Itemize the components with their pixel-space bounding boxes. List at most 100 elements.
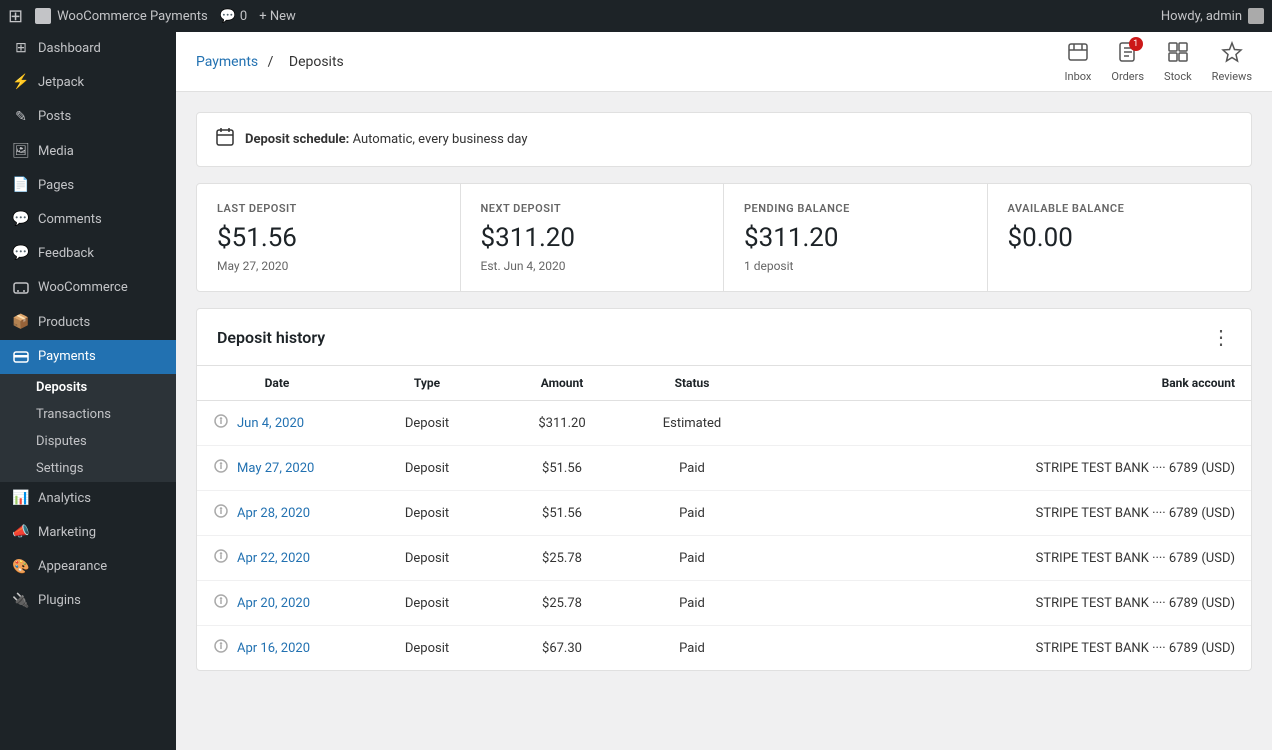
info-icon[interactable]: [213, 413, 229, 433]
calendar-icon: [215, 127, 235, 152]
submenu-deposits[interactable]: Deposits: [0, 374, 176, 401]
reviews-action[interactable]: Reviews: [1212, 41, 1252, 83]
feedback-icon: 💬: [12, 245, 30, 263]
more-options-button[interactable]: ⋮: [1211, 325, 1231, 349]
payments-icon: [12, 348, 30, 366]
date-link[interactable]: Jun 4, 2020: [237, 416, 304, 431]
cell-amount: $25.78: [497, 581, 627, 626]
stock-icon: [1167, 41, 1189, 68]
info-icon[interactable]: [213, 458, 229, 478]
col-bank-account: Bank account: [757, 366, 1251, 401]
info-icon[interactable]: [213, 548, 229, 568]
stat-label: NEXT DEPOSIT: [481, 202, 704, 215]
sidebar-item-feedback[interactable]: 💬 Feedback: [0, 237, 176, 271]
new-label: + New: [259, 9, 296, 24]
cell-amount: $311.20: [497, 401, 627, 446]
cell-type: Deposit: [357, 626, 497, 671]
cell-bank-account: STRIPE TEST BANK ···· 6789 (USD): [757, 536, 1251, 581]
sidebar-item-comments[interactable]: 💬 Comments: [0, 203, 176, 237]
cell-status: Paid: [627, 536, 757, 581]
sidebar-item-label: WooCommerce: [38, 279, 128, 297]
deposit-schedule-label: Deposit schedule:: [245, 132, 349, 147]
sidebar-item-analytics[interactable]: 📊 Analytics: [0, 482, 176, 516]
table-row: Jun 4, 2020 Deposit $311.20 Estimated: [197, 401, 1251, 446]
cell-status: Paid: [627, 581, 757, 626]
col-date: Date: [197, 366, 357, 401]
stock-label: Stock: [1164, 70, 1192, 83]
new-button[interactable]: + New: [259, 9, 296, 24]
sidebar-item-pages[interactable]: 📄 Pages: [0, 169, 176, 203]
sidebar-item-woocommerce[interactable]: WooCommerce: [0, 271, 176, 305]
admin-bar: ⊞ WooCommerce Payments 💬 0 + New Howdy, …: [0, 0, 1272, 32]
sidebar-item-marketing[interactable]: 📣 Marketing: [0, 516, 176, 550]
table-row: Apr 20, 2020 Deposit $25.78 Paid STRIPE …: [197, 581, 1251, 626]
pages-icon: 📄: [12, 177, 30, 195]
settings-label: Settings: [36, 461, 83, 476]
sidebar-item-media[interactable]: 🖼 Media: [0, 135, 176, 169]
sidebar-item-jetpack[interactable]: ⚡ Jetpack: [0, 66, 176, 100]
deposit-schedule-value: Automatic, every business day: [353, 132, 528, 147]
date-link[interactable]: Apr 28, 2020: [237, 506, 310, 521]
cell-amount: $51.56: [497, 446, 627, 491]
site-name[interactable]: WooCommerce Payments: [35, 8, 208, 24]
cell-type: Deposit: [357, 536, 497, 581]
sidebar-item-label: Jetpack: [38, 74, 84, 92]
stock-action[interactable]: Stock: [1164, 41, 1192, 83]
table-header-row: Date Type Amount Status Bank account: [197, 366, 1251, 401]
stat-pending-balance: PENDING BALANCE $311.20 1 deposit: [724, 184, 988, 291]
date-link[interactable]: May 27, 2020: [237, 461, 314, 476]
sidebar-item-products[interactable]: 📦 Products: [0, 306, 176, 340]
site-icon: [35, 8, 51, 24]
sidebar-item-payments[interactable]: Payments: [0, 340, 176, 374]
plugins-icon: 🔌: [12, 593, 30, 611]
admin-user[interactable]: Howdy, admin: [1161, 8, 1264, 24]
col-type: Type: [357, 366, 497, 401]
table-row: Apr 28, 2020 Deposit $51.56 Paid STRIPE …: [197, 491, 1251, 536]
reviews-icon: [1221, 41, 1243, 68]
cell-bank-account: STRIPE TEST BANK ···· 6789 (USD): [757, 626, 1251, 671]
wp-logo-icon: ⊞: [8, 6, 23, 27]
breadcrumb-parent[interactable]: Payments: [196, 54, 258, 70]
sidebar-item-plugins[interactable]: 🔌 Plugins: [0, 584, 176, 618]
col-status: Status: [627, 366, 757, 401]
submenu-transactions[interactable]: Transactions: [0, 401, 176, 428]
date-link[interactable]: Apr 20, 2020: [237, 596, 310, 611]
breadcrumb-current: Deposits: [289, 54, 344, 70]
stats-row: LAST DEPOSIT $51.56 May 27, 2020 NEXT DE…: [196, 183, 1252, 292]
info-icon[interactable]: [213, 593, 229, 613]
info-icon[interactable]: [213, 503, 229, 523]
cell-amount: $25.78: [497, 536, 627, 581]
stat-label: LAST DEPOSIT: [217, 202, 440, 215]
breadcrumb: Payments / Deposits: [196, 54, 1065, 70]
howdy-text: Howdy, admin: [1161, 9, 1242, 24]
date-link[interactable]: Apr 22, 2020: [237, 551, 310, 566]
cell-status: Paid: [627, 491, 757, 536]
posts-icon: ✎: [12, 108, 30, 126]
marketing-icon: 📣: [12, 524, 30, 542]
orders-label: Orders: [1111, 70, 1144, 83]
sidebar-item-dashboard[interactable]: ⊞ Dashboard: [0, 32, 176, 66]
stat-sub: 1 deposit: [744, 259, 967, 273]
top-header: Payments / Deposits Inbox: [176, 32, 1272, 92]
cell-type: Deposit: [357, 491, 497, 536]
deposit-schedule-text: Deposit schedule: Automatic, every busin…: [245, 132, 528, 147]
sidebar-item-label: Plugins: [38, 592, 81, 610]
sidebar-item-label: Products: [38, 314, 90, 332]
payments-submenu: Deposits Transactions Disputes Settings: [0, 374, 176, 482]
inbox-action[interactable]: Inbox: [1065, 41, 1092, 83]
analytics-icon: 📊: [12, 490, 30, 508]
jetpack-icon: ⚡: [12, 74, 30, 92]
comments-link[interactable]: 💬 0: [220, 9, 248, 24]
cell-type: Deposit: [357, 401, 497, 446]
submenu-settings[interactable]: Settings: [0, 455, 176, 482]
sidebar-item-label: Analytics: [38, 490, 91, 508]
orders-action[interactable]: 1 Orders: [1111, 41, 1144, 83]
info-icon[interactable]: [213, 638, 229, 658]
sidebar-item-posts[interactable]: ✎ Posts: [0, 100, 176, 134]
date-link[interactable]: Apr 16, 2020: [237, 641, 310, 656]
stat-label: PENDING BALANCE: [744, 202, 967, 215]
sidebar-item-appearance[interactable]: 🎨 Appearance: [0, 550, 176, 584]
sidebar-item-label: Posts: [38, 108, 71, 126]
cell-date: May 27, 2020: [197, 446, 357, 491]
submenu-disputes[interactable]: Disputes: [0, 428, 176, 455]
